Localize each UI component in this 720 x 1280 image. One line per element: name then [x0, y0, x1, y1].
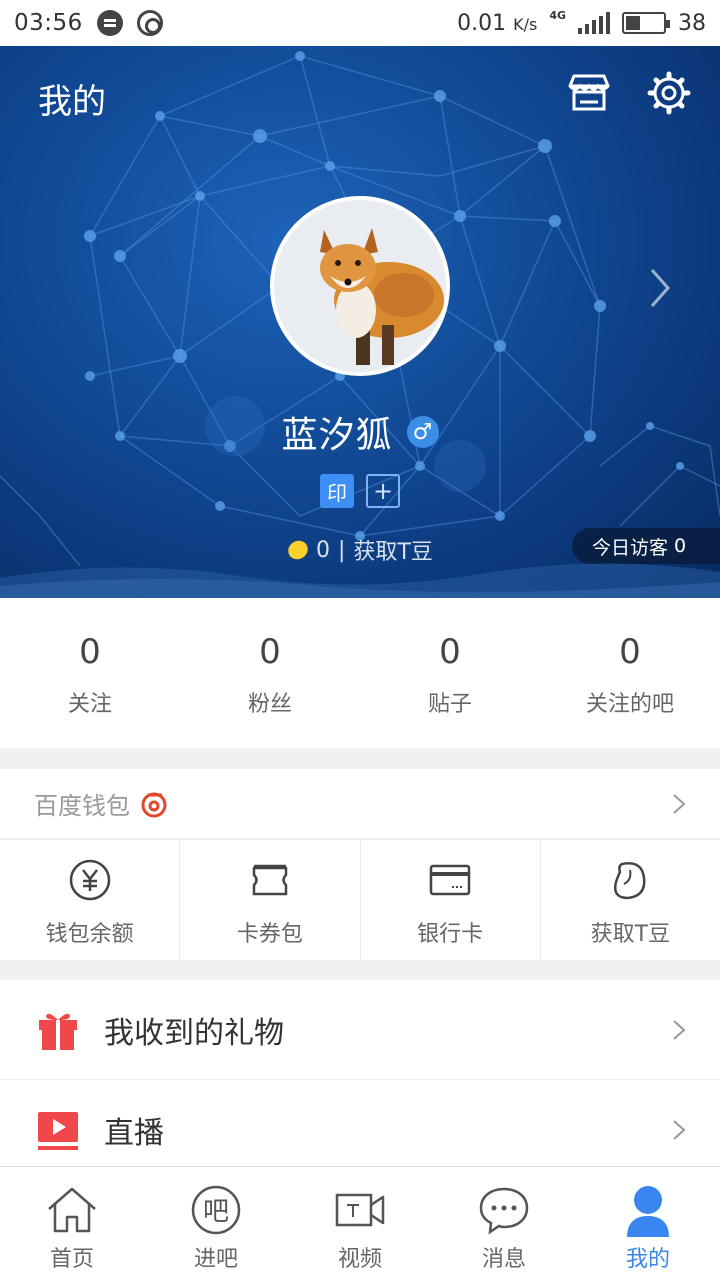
baidu-wallet-header[interactable]: 百度钱包: [0, 769, 720, 839]
chevron-right-icon: [673, 793, 686, 814]
gear-icon[interactable]: [646, 70, 692, 116]
nav-label: 我的: [625, 1247, 670, 1272]
visitor-count: 0: [674, 535, 687, 557]
nav-profile[interactable]: 我的: [576, 1167, 720, 1280]
bar-icon: 吧: [191, 1185, 241, 1235]
bank-card-button[interactable]: 银行卡: [361, 840, 541, 960]
svg-text:吧: 吧: [203, 1197, 229, 1227]
wallet-item-label: 获取T豆: [590, 922, 671, 947]
yen-icon: [69, 859, 110, 901]
nav-label: 视频: [337, 1247, 382, 1272]
wallet-title: 百度钱包: [34, 792, 130, 820]
get-tbean-button[interactable]: 获取T豆: [541, 840, 720, 960]
fox-avatar-image: [274, 200, 446, 372]
baidu-wallet-logo-icon: [141, 792, 167, 817]
ticket-icon: [252, 864, 288, 896]
male-gender-icon: ♂: [406, 416, 439, 448]
bean-icon: [614, 862, 646, 900]
profile-icon: [627, 1186, 669, 1237]
chat-notification-icon: [96, 10, 123, 36]
stat-value: 0: [259, 632, 281, 672]
stat-value: 0: [79, 632, 101, 672]
nav-video[interactable]: 视频: [288, 1167, 432, 1280]
nav-messages[interactable]: 消息: [432, 1167, 576, 1280]
live-row[interactable]: 直播: [0, 1080, 720, 1180]
home-icon: [48, 1187, 96, 1233]
chevron-right-icon: [673, 1120, 686, 1140]
stat-label: 关注的吧: [585, 692, 674, 717]
seal-badge[interactable]: 印: [320, 474, 354, 508]
stat-value: 0: [619, 632, 641, 672]
bottom-navigation: 首页 吧 进吧 视频 消息 我的: [0, 1166, 720, 1280]
stat-followed-bars[interactable]: 0 关注的吧: [540, 598, 720, 748]
profile-hero: 我的 蓝汐狐 ♂ 印 + 0 | 获取T豆 今日访客 0: [0, 46, 720, 598]
wallet-grid: 钱包余额 卡券包 银行卡 获取T豆: [0, 840, 720, 960]
username: 蓝汐狐: [281, 415, 393, 456]
hero-wave-decoration: [0, 563, 720, 598]
received-gifts-label: 我收到的礼物: [104, 1015, 284, 1051]
page-title: 我的: [38, 82, 106, 122]
badge-row: 印 +: [320, 474, 400, 508]
wallet-item-label: 卡券包: [236, 922, 303, 947]
nav-label: 进吧: [193, 1247, 238, 1272]
chevron-right-icon: [673, 1019, 686, 1040]
username-row: 蓝汐狐 ♂: [0, 406, 720, 458]
wallet-item-label: 银行卡: [417, 922, 484, 947]
nav-label: 首页: [49, 1247, 94, 1272]
battery-icon: [622, 12, 670, 34]
bank-card-icon: [429, 864, 471, 896]
gift-icon: [39, 1013, 77, 1050]
network-speed: 0.01 K/s: [457, 10, 538, 36]
status-time: 03:56: [14, 10, 83, 36]
network-type: 4G: [549, 8, 566, 22]
wallet-balance-button[interactable]: 钱包余额: [0, 840, 181, 960]
stat-label: 粉丝: [247, 692, 292, 717]
nav-home[interactable]: 首页: [0, 1167, 144, 1280]
coupon-wallet-button[interactable]: 卡券包: [180, 840, 361, 960]
nav-bars[interactable]: 吧 进吧: [144, 1167, 288, 1280]
received-gifts-row[interactable]: 我收到的礼物: [0, 980, 720, 1080]
hotspot-icon: [136, 10, 163, 36]
avatar[interactable]: [270, 196, 450, 376]
video-icon: [335, 1193, 385, 1227]
live-play-icon: [38, 1112, 78, 1150]
stats-bar: 0 关注 0 粉丝 0 贴子 0 关注的吧: [0, 598, 720, 748]
stat-following[interactable]: 0 关注: [0, 598, 180, 748]
signal-icon: [578, 12, 610, 34]
live-label: 直播: [104, 1116, 164, 1151]
stat-value: 0: [439, 632, 461, 672]
stat-fans[interactable]: 0 粉丝: [180, 598, 360, 748]
wallet-item-label: 钱包余额: [45, 922, 134, 947]
visitor-label: 今日访客: [592, 536, 669, 559]
profile-chevron-right-icon[interactable]: [646, 266, 674, 310]
store-icon[interactable]: [566, 72, 612, 112]
battery-level: 38: [678, 10, 706, 36]
message-icon: [479, 1187, 529, 1235]
stat-label: 贴子: [427, 692, 472, 717]
add-badge-button[interactable]: +: [366, 474, 400, 508]
stat-label: 关注: [67, 692, 112, 717]
status-bar: 03:56 0.01 K/s 4G 38: [0, 0, 720, 46]
nav-label: 消息: [481, 1247, 526, 1272]
stat-posts[interactable]: 0 贴子: [360, 598, 540, 748]
